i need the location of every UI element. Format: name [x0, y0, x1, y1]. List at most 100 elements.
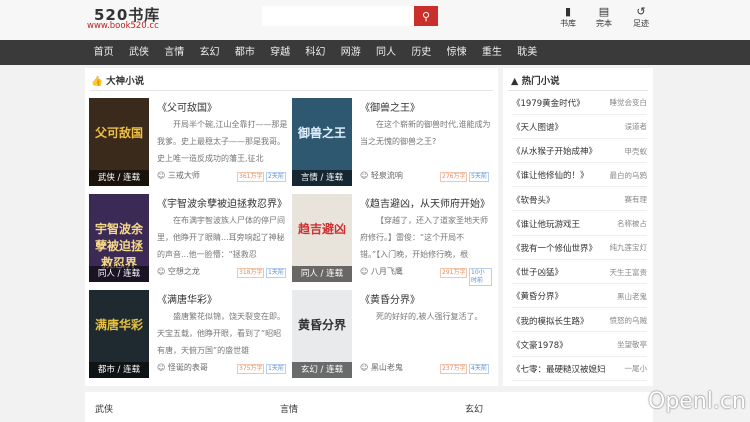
book-author[interactable]: ☺ 八月飞鹰 [360, 266, 403, 277]
hot-book-title[interactable]: 《1979黄金时代》 [512, 97, 585, 109]
category-heading[interactable]: 玄幻 [465, 402, 483, 415]
nav-item[interactable]: 同人 [368, 40, 403, 65]
hot-book-title[interactable]: 《天人图谱》 [512, 121, 563, 133]
nav-item[interactable]: 耽美 [510, 40, 545, 65]
hot-list-item[interactable]: 《黄昏分界》 黑山老鬼 [512, 286, 647, 309]
hot-book-title[interactable]: 《我有一个修仙世界》 [512, 242, 597, 254]
hot-book-title[interactable]: 《谁让他玩游戏王 [512, 218, 580, 230]
hot-book-title[interactable]: 《从水猴子开始成神》 [512, 145, 597, 157]
author-name: 八月飞鹰 [370, 267, 403, 276]
category-nav: 首页 武侠 言情 玄幻 都市 穿越 科幻 网游 同人 历史 惊悚 重生 耽美 [0, 40, 750, 65]
nav-item[interactable]: 言情 [157, 40, 192, 65]
site-url[interactable]: www.book520.cc [87, 21, 159, 31]
hot-list-item[interactable]: 《天人图谱》 误道者 [512, 116, 647, 139]
hot-book-author: 坐望敬亭 [617, 340, 647, 350]
author-name: 空想之龙 [167, 267, 200, 276]
book-title[interactable]: 《满唐华彩》 [157, 291, 217, 306]
nav-item[interactable]: 武侠 [121, 40, 156, 65]
author-name: 怪诞的表哥 [167, 363, 208, 372]
book-description: 死的好好的,被人强行复活了。 [376, 312, 483, 321]
category-heading[interactable]: 武侠 [95, 402, 113, 415]
user-icon: ☺ [157, 363, 166, 372]
cover-title: 满唐华彩 [94, 318, 143, 332]
book-cover[interactable]: 父可敌国 武侠 / 连载 [89, 98, 149, 186]
nav-item[interactable]: 玄幻 [192, 40, 227, 65]
hot-book-author: 一尾小 [624, 364, 648, 374]
cover-title: 趋吉避凶 [297, 222, 346, 236]
hot-list-item[interactable]: 《我的模拟长生路》 愤怒的乌贼 [512, 310, 647, 333]
word-count-badge: 291万字 [440, 268, 468, 278]
cover-title: 黄昏分界 [297, 318, 346, 332]
nav-item[interactable]: 穿越 [262, 40, 297, 65]
book-description: 开局半个碗,江山全靠打——那是我爹。史上最稳太子——那是我哥。史上唯一造反成功的… [157, 120, 288, 163]
book-title[interactable]: 《趋吉避凶，从天师府开始》 [360, 195, 490, 210]
nav-library-button[interactable]: ▮ 书库 [556, 6, 580, 29]
hot-list-item[interactable]: 《谁让他修仙的！》 最白的乌鸦 [512, 165, 647, 188]
book-title[interactable]: 《父可敌国》 [157, 99, 217, 114]
nav-history-button[interactable]: ↺ 足迹 [629, 6, 653, 29]
book-author[interactable]: ☺ 轻泉流响 [360, 170, 403, 181]
book-author[interactable]: ☺ 空想之龙 [157, 266, 200, 277]
book-author[interactable]: ☺ 黑山老鬼 [360, 362, 403, 373]
book-category: 同人 / 连载 [292, 266, 352, 282]
author-name: 轻泉流响 [370, 171, 403, 180]
search-button[interactable]: ⚲ [414, 6, 438, 26]
book-card: 黄昏分界玄幻 / 连载 《黄昏分界》 死的好好的,被人强行复活了。 ☺ 黑山老鬼… [292, 290, 492, 382]
hot-book-author: 最白的乌鸦 [609, 170, 648, 180]
hot-list-item[interactable]: 《七零：最硬糙汉被媳妇 一尾小 [512, 358, 647, 381]
nav-item[interactable]: 惊悚 [439, 40, 474, 65]
book-cover[interactable]: 趋吉避凶同人 / 连载 [292, 194, 352, 282]
hot-book-title[interactable]: 《文豪1978》 [512, 339, 568, 351]
book-author[interactable]: ☺ 三戒大师 [157, 170, 200, 181]
hot-list-item[interactable]: 《从水猴子开始成神》 甲壳蚁 [512, 140, 647, 163]
book-cover[interactable]: 满唐华彩 都市 / 连载 [89, 290, 149, 378]
hot-book-author: 误道者 [624, 122, 648, 132]
book-cover[interactable]: 宇智波余孽被迫拯救忍界 同人 / 连载 [89, 194, 149, 282]
nav-item[interactable]: 历史 [404, 40, 439, 65]
nav-finished-button[interactable]: ▤ 完本 [592, 6, 616, 29]
nav-item[interactable]: 都市 [227, 40, 262, 65]
panel-title: ▲ 热门小说 [511, 73, 560, 87]
hot-list-item[interactable]: 《世子凶猛》 天生王富贵 [512, 261, 647, 284]
nav-item[interactable]: 科幻 [298, 40, 333, 65]
hot-book-author: 甲壳蚁 [624, 146, 648, 156]
book-title[interactable]: 《御兽之王》 [360, 99, 420, 114]
hot-book-title[interactable]: 《黄昏分界》 [512, 290, 563, 302]
hot-panel: ▲ 热门小说 《1979黄金时代》 睡觉会变白《天人图谱》 误道者《从水猴子开始成神… [503, 68, 653, 386]
hot-book-title[interactable]: 《软骨头》 [512, 194, 555, 206]
book-icon: ▮ [564, 5, 572, 18]
hot-list-item[interactable]: 《1979黄金时代》 睡觉会变白 [512, 92, 647, 115]
updated-badge: 1天前 [266, 364, 286, 374]
book-cover[interactable]: 黄昏分界玄幻 / 连载 [292, 290, 352, 378]
hot-book-author: 睡觉会变白 [609, 98, 648, 108]
hot-book-author: 纯九莲宝灯 [609, 243, 648, 253]
hot-list-item[interactable]: 《文豪1978》 坐望敬亭 [512, 334, 647, 357]
updated-badge: 1天前 [266, 268, 286, 278]
cover-title: 御兽之王 [297, 126, 346, 140]
book-title[interactable]: 《宇智波余孽被迫拯救忍界》 [157, 195, 287, 210]
hot-list-item[interactable]: 《谁让他玩游戏王 名称被占 [512, 213, 647, 236]
hot-book-author: 愤怒的乌贼 [609, 316, 648, 326]
updated-badge: 10小时前 [469, 268, 492, 286]
user-icon: ☺ [360, 267, 369, 276]
book-author[interactable]: ☺ 怪诞的表哥 [157, 362, 208, 373]
hot-list-item[interactable]: 《我有一个修仙世界》 纯九莲宝灯 [512, 237, 647, 260]
search-input[interactable] [262, 6, 414, 26]
hot-book-title[interactable]: 《谁让他修仙的！》 [512, 169, 589, 181]
nav-item[interactable]: 首页 [86, 40, 121, 65]
hot-book-title[interactable]: 《世子凶猛》 [512, 266, 563, 278]
book-title[interactable]: 《黄昏分界》 [360, 291, 420, 306]
hot-book-title[interactable]: 《七零：最硬糙汉被媳妇 [512, 363, 606, 375]
hot-book-title[interactable]: 《我的模拟长生路》 [512, 315, 589, 327]
book-cover[interactable]: 御兽之王 言情 / 连载 [292, 98, 352, 186]
category-heading[interactable]: 言情 [280, 402, 298, 415]
cover-title: 宇智波余孽被迫拯救忍界 [94, 222, 143, 270]
nav-item[interactable]: 网游 [333, 40, 368, 65]
search-icon: ⚲ [421, 9, 431, 23]
finished-label: 完本 [596, 19, 612, 28]
user-icon: ☺ [360, 171, 369, 180]
nav-item[interactable]: 重生 [474, 40, 509, 65]
hot-list-item[interactable]: 《软骨头》 赛有理 [512, 189, 647, 212]
book-category: 玄幻 / 连载 [292, 362, 352, 378]
updated-badge: 2天前 [266, 172, 286, 182]
